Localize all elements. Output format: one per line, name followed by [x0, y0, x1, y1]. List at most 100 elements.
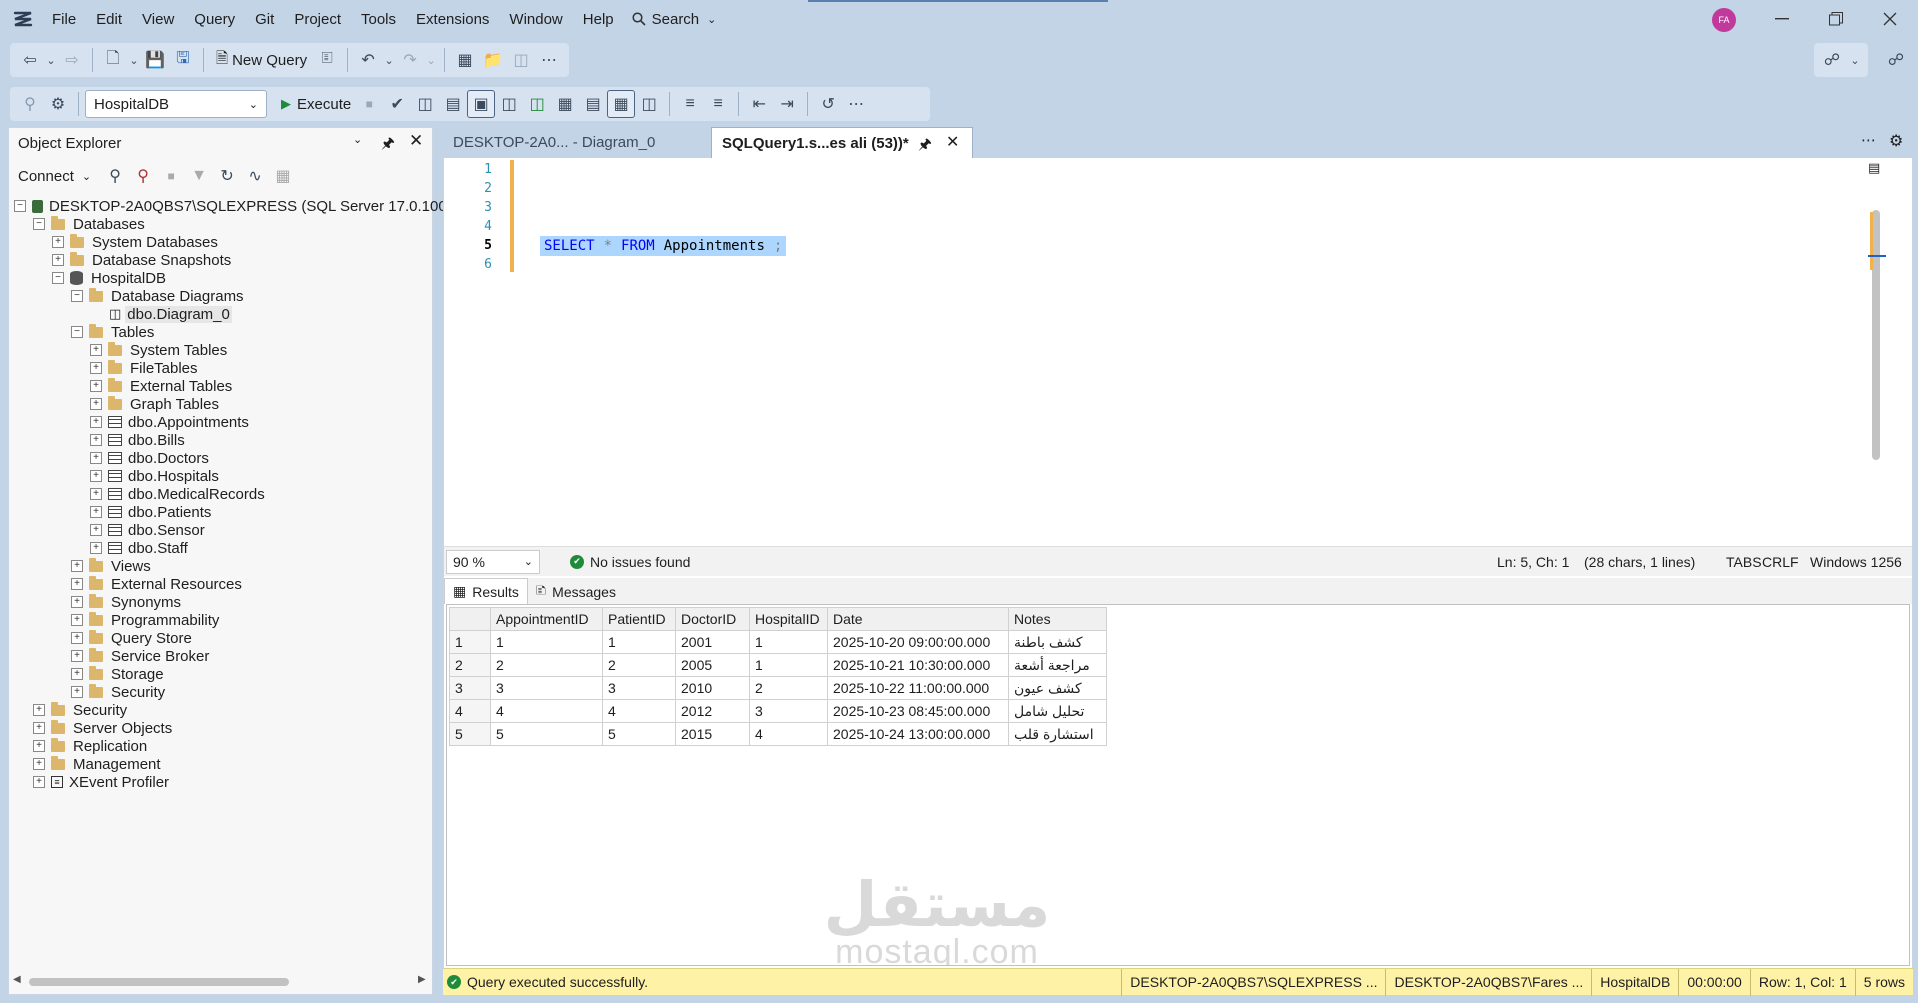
expand-icon[interactable]: +: [71, 614, 83, 626]
collapse-icon[interactable]: −: [33, 218, 45, 230]
grid-cell-selected[interactable]: 1: [490, 630, 603, 654]
expand-icon[interactable]: +: [33, 740, 45, 752]
menu-edit[interactable]: Edit: [86, 11, 132, 28]
table-row[interactable]: 1 1 1 2001 1 2025-10-20 09:00:00.000 كشف…: [449, 630, 1107, 654]
column-header[interactable]: DoctorID: [675, 607, 750, 631]
include-plan-icon[interactable]: ◫: [495, 90, 523, 118]
query-designer-icon[interactable]: ▤: [439, 90, 467, 118]
results-to-text-icon[interactable]: ▤: [579, 90, 607, 118]
grid-cell[interactable]: 3: [490, 676, 603, 700]
restore-icon[interactable]: [1822, 8, 1850, 30]
expand-icon[interactable]: +: [90, 434, 102, 446]
disconnect-icon[interactable]: ⚲: [129, 162, 157, 190]
close-window-icon[interactable]: [1876, 8, 1904, 30]
client-stats-icon[interactable]: ▦: [551, 90, 579, 118]
expand-icon[interactable]: +: [52, 236, 64, 248]
grid-cell[interactable]: 5: [490, 722, 603, 746]
indent-icon[interactable]: ⇥: [773, 90, 801, 118]
code-line-5[interactable]: SELECT * FROM Appointments ;: [540, 236, 787, 256]
expand-icon[interactable]: +: [90, 506, 102, 518]
menu-window[interactable]: Window: [499, 11, 572, 28]
grid-cell[interactable]: مراجعة أشعة: [1008, 653, 1107, 677]
expand-icon[interactable]: +: [90, 524, 102, 536]
chevron-down-icon[interactable]: ⌄: [353, 133, 362, 146]
avatar[interactable]: FA: [1712, 8, 1736, 32]
code-editor[interactable]: 1 2 3 4 5 6 SELECT * FROM Appointments ;…: [444, 158, 1888, 544]
grid-cell[interactable]: 2: [749, 676, 828, 700]
expand-icon[interactable]: +: [90, 452, 102, 464]
grid-cell[interactable]: 2001: [675, 630, 750, 654]
column-header[interactable]: Date: [827, 607, 1009, 631]
collapse-icon[interactable]: −: [71, 326, 83, 338]
connect-dropdown[interactable]: Connect ⌄: [18, 168, 91, 185]
outdent-icon[interactable]: ⇤: [745, 90, 773, 118]
back-icon[interactable]: ⇦: [16, 46, 44, 74]
scrollbar-thumb[interactable]: [1872, 210, 1880, 460]
save-all-icon[interactable]: 🖫: [169, 46, 197, 74]
menu-file[interactable]: File: [42, 11, 86, 28]
plug-icon[interactable]: ⚲: [101, 162, 129, 190]
table-row[interactable]: 5 5 5 2015 4 2025-10-24 13:00:00.000 است…: [449, 722, 1107, 746]
expand-icon[interactable]: +: [71, 668, 83, 680]
grid-cell[interactable]: 4: [749, 722, 828, 746]
collapse-icon[interactable]: −: [52, 272, 64, 284]
vertical-scrollbar[interactable]: ▤: [1866, 158, 1886, 544]
new-file-icon[interactable]: 🗋: [99, 46, 127, 74]
expand-icon[interactable]: +: [71, 632, 83, 644]
close-icon[interactable]: ✕: [409, 131, 423, 151]
menu-query[interactable]: Query: [184, 11, 245, 28]
grid-cell[interactable]: 2: [602, 653, 676, 677]
execute-button[interactable]: ▶ Execute: [277, 96, 355, 113]
table-row[interactable]: 3 3 3 2010 2 2025-10-22 11:00:00.000 كشف…: [449, 676, 1107, 700]
row-number[interactable]: 3: [449, 676, 491, 700]
expand-icon[interactable]: +: [90, 470, 102, 482]
expand-icon[interactable]: +: [33, 758, 45, 770]
expand-icon[interactable]: +: [90, 362, 102, 374]
grid-cell[interactable]: 2025-10-24 13:00:00.000: [827, 722, 1009, 746]
collapse-icon[interactable]: −: [71, 290, 83, 302]
menu-extensions[interactable]: Extensions: [406, 11, 499, 28]
results-grid-icon[interactable]: ▦: [607, 90, 636, 118]
column-header[interactable]: PatientID: [602, 607, 676, 631]
more-icon[interactable]: ⋯: [535, 46, 563, 74]
results-to-file-icon[interactable]: ◫: [635, 90, 663, 118]
grid-cell[interactable]: 1: [602, 630, 676, 654]
encoding-indicator[interactable]: Windows 1256: [1810, 554, 1902, 570]
menu-help[interactable]: Help: [573, 11, 624, 28]
chevron-down-icon[interactable]: ⌄: [424, 46, 438, 74]
expand-icon[interactable]: +: [33, 704, 45, 716]
undo-icon[interactable]: ↶: [354, 46, 382, 74]
table-row[interactable]: 4 4 4 2012 3 2025-10-23 08:45:00.000 تحل…: [449, 699, 1107, 723]
tree-node-xevent-profiler[interactable]: + ≡ XEvent Profiler: [33, 771, 169, 793]
collapse-icon[interactable]: −: [14, 200, 26, 212]
table-row[interactable]: 2 2 2 2005 1 2025-10-21 10:30:00.000 مرا…: [449, 653, 1107, 677]
database-select[interactable]: HospitalDB ⌄: [85, 90, 267, 118]
more-icon[interactable]: ⋯: [842, 90, 870, 118]
stop-icon[interactable]: ■: [355, 90, 383, 118]
copilot-icon[interactable]: ☍: [1818, 46, 1846, 74]
grid-cell[interactable]: 5: [602, 722, 676, 746]
connect-icon[interactable]: ⚲: [16, 90, 44, 118]
summary-icon[interactable]: ▦: [269, 162, 297, 190]
horizontal-scrollbar[interactable]: ◀ ▶: [13, 974, 428, 988]
tab-results[interactable]: ▦ Results: [444, 578, 528, 604]
parse-check-icon[interactable]: ✔: [383, 90, 411, 118]
refresh-icon[interactable]: ↻: [213, 162, 241, 190]
menu-view[interactable]: View: [132, 11, 184, 28]
scroll-right-icon[interactable]: ▶: [418, 974, 426, 985]
gear-icon[interactable]: ⚙: [1889, 131, 1903, 151]
row-number[interactable]: 4: [449, 699, 491, 723]
grid-cell[interactable]: 4: [602, 699, 676, 723]
expand-icon[interactable]: +: [90, 398, 102, 410]
scrollbar-thumb[interactable]: [29, 978, 289, 986]
estimated-plan-icon[interactable]: ◫: [411, 90, 439, 118]
grid-cell[interactable]: 1: [749, 630, 828, 654]
tabs-indicator[interactable]: TABS: [1726, 554, 1762, 570]
grid-cell[interactable]: 1: [749, 653, 828, 677]
grid-cell[interactable]: 2005: [675, 653, 750, 677]
live-stats-icon[interactable]: ◫: [523, 90, 551, 118]
filter-icon[interactable]: ▼: [185, 162, 213, 190]
column-header[interactable]: HospitalID: [749, 607, 828, 631]
grid-cell[interactable]: 2025-10-20 09:00:00.000: [827, 630, 1009, 654]
results-grid[interactable]: AppointmentID PatientID DoctorID Hospita…: [449, 607, 1107, 746]
